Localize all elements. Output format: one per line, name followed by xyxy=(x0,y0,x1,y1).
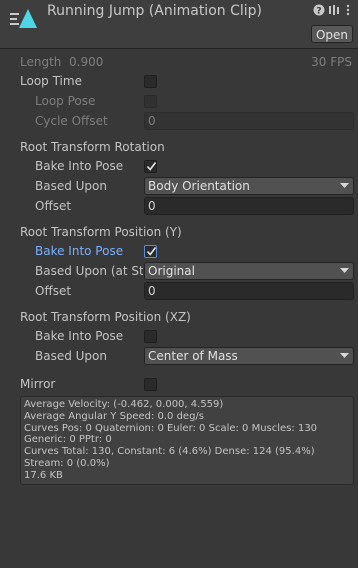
preset-icon[interactable] xyxy=(328,4,340,16)
loop-time-label: Loop Time xyxy=(20,74,82,88)
rotation-bake-label: Bake Into Pose xyxy=(35,159,124,173)
root-position-xz-title: Root Transform Position (XZ) xyxy=(20,310,191,324)
position-y-based-upon-label: Based Upon (at Sta xyxy=(35,264,143,278)
info-line: 17.6 KB xyxy=(24,469,63,481)
position-y-offset-label: Offset xyxy=(35,284,72,298)
info-line: Average Angular Y Speed: 0.0 deg/s xyxy=(24,410,204,422)
rotation-based-upon-value: Body Orientation xyxy=(148,179,250,193)
position-xz-based-upon-dropdown[interactable]: Center of Mass xyxy=(144,347,354,365)
length-value: 0.900 xyxy=(69,55,104,69)
position-y-bake-checkbox[interactable] xyxy=(144,245,157,258)
mirror-label: Mirror xyxy=(20,377,56,391)
position-y-based-upon-dropdown[interactable]: Original xyxy=(144,262,354,280)
cycle-offset-label: Cycle Offset xyxy=(35,114,108,128)
position-y-bake-label: Bake Into Pose xyxy=(35,244,124,258)
loop-pose-checkbox xyxy=(144,95,157,108)
inspector-header: Running Jump (Animation Clip) ? Open xyxy=(0,0,358,49)
info-line: Average Velocity: (-0.462, 0.000, 4.559) xyxy=(24,399,224,410)
root-position-y-title: Root Transform Position (Y) xyxy=(20,225,182,239)
position-y-offset-field[interactable]: 0 xyxy=(144,282,354,300)
rotation-based-upon-label: Based Upon xyxy=(35,179,107,193)
rotation-bake-checkbox[interactable] xyxy=(144,160,157,173)
loop-pose-label: Loop Pose xyxy=(35,94,96,108)
dropdown-arrow-icon xyxy=(340,353,349,358)
cycle-offset-field: 0 xyxy=(144,112,354,130)
length-label: Length xyxy=(20,55,62,69)
root-rotation-title: Root Transform Rotation xyxy=(20,140,165,154)
fps-value: 30 FPS xyxy=(311,55,352,69)
empty-panel-area xyxy=(0,493,358,568)
kebab-menu-icon[interactable] xyxy=(342,4,354,16)
svg-text:?: ? xyxy=(316,7,321,17)
position-xz-bake-label: Bake Into Pose xyxy=(35,329,124,343)
dropdown-arrow-icon xyxy=(340,268,349,273)
dropdown-arrow-icon xyxy=(340,183,349,188)
info-line: Curves Total: 130, Constant: 6 (4.6%) De… xyxy=(24,446,315,469)
mirror-checkbox[interactable] xyxy=(144,378,157,391)
rotation-offset-label: Offset xyxy=(35,199,72,213)
position-xz-based-upon-value: Center of Mass xyxy=(148,349,238,363)
position-xz-based-upon-label: Based Upon xyxy=(35,349,107,363)
animation-clip-icon xyxy=(8,6,40,34)
info-line: Curves Pos: 0 Quaternion: 0 Euler: 0 Sca… xyxy=(24,422,318,446)
position-y-based-upon-value: Original xyxy=(148,264,195,278)
rotation-based-upon-dropdown[interactable]: Body Orientation xyxy=(144,177,354,195)
clip-info-box: Average Velocity: (-0.462, 0.000, 4.559)… xyxy=(20,396,354,485)
checkmark-icon xyxy=(146,162,157,171)
position-xz-bake-checkbox[interactable] xyxy=(144,330,157,343)
loop-time-checkbox[interactable] xyxy=(144,75,157,88)
clip-title: Running Jump (Animation Clip) xyxy=(47,3,262,19)
rotation-offset-field[interactable]: 0 xyxy=(144,197,354,215)
help-icon[interactable]: ? xyxy=(313,4,325,17)
open-button[interactable]: Open xyxy=(311,25,353,43)
checkmark-icon xyxy=(146,247,157,256)
